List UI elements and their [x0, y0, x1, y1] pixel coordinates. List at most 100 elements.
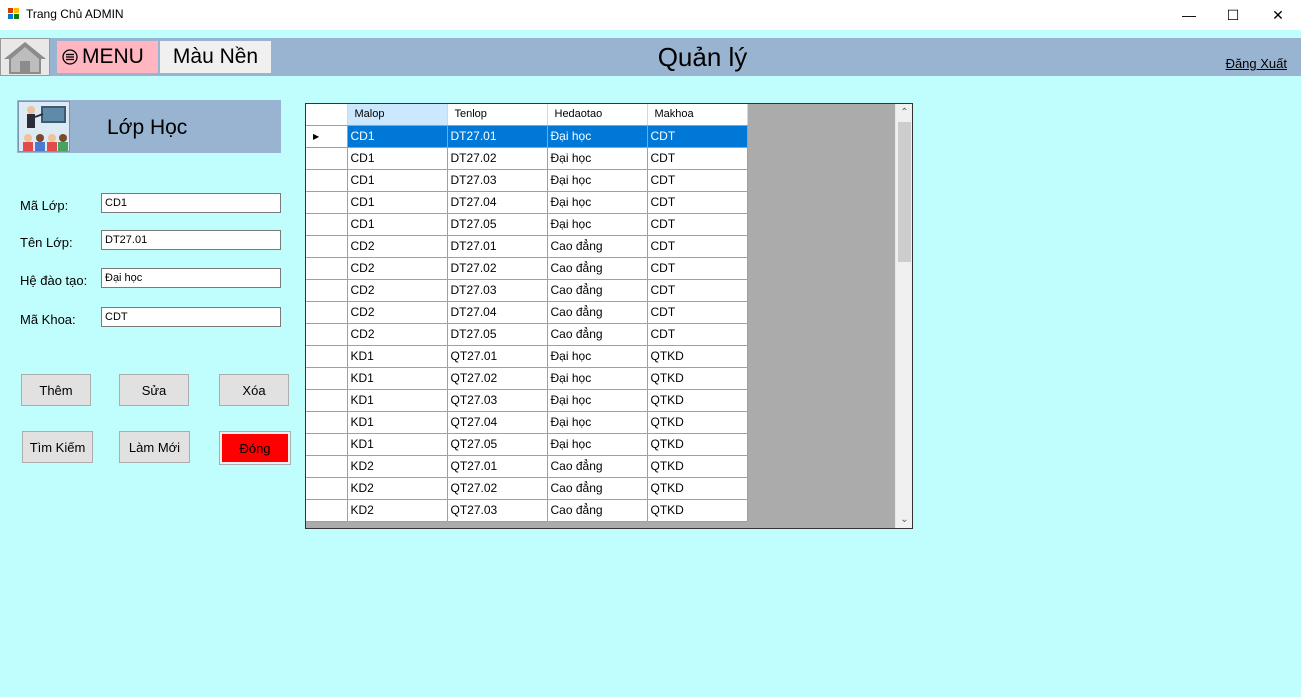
row-header[interactable]: [306, 279, 348, 302]
home-button[interactable]: [0, 38, 50, 76]
table-cell[interactable]: CDT: [647, 191, 748, 214]
table-cell[interactable]: QT27.01: [447, 345, 548, 368]
ma-khoa-input[interactable]: [101, 307, 281, 327]
table-cell[interactable]: Cao đẳng: [547, 279, 648, 302]
background-color-button[interactable]: Màu Nền: [160, 41, 271, 73]
table-cell[interactable]: CDT: [647, 279, 748, 302]
table-cell[interactable]: CDT: [647, 169, 748, 192]
table-cell[interactable]: DT27.02: [447, 147, 548, 170]
row-header[interactable]: [306, 147, 348, 170]
table-cell[interactable]: QT27.03: [447, 499, 548, 522]
table-cell[interactable]: Đại học: [547, 169, 648, 192]
table-row[interactable]: KD1 QT27.02 Đại học QTKD: [306, 367, 748, 390]
maximize-button[interactable]: ☐: [1210, 0, 1256, 30]
table-cell[interactable]: Đại học: [547, 191, 648, 214]
table-cell[interactable]: CD2: [347, 235, 448, 258]
ma-lop-input[interactable]: [101, 193, 281, 213]
row-header[interactable]: [306, 389, 348, 412]
table-cell[interactable]: CD1: [347, 147, 448, 170]
table-cell[interactable]: CDT: [647, 147, 748, 170]
table-cell[interactable]: DT27.04: [447, 191, 548, 214]
table-row[interactable]: KD1 QT27.04 Đại học QTKD: [306, 411, 748, 434]
table-cell[interactable]: CD2: [347, 301, 448, 324]
table-cell[interactable]: QTKD: [647, 499, 748, 522]
table-row[interactable]: CD2 DT27.05 Cao đẳng CDT: [306, 323, 748, 346]
table-cell[interactable]: Đại học: [547, 367, 648, 390]
table-row[interactable]: CD2 DT27.01 Cao đẳng CDT: [306, 235, 748, 258]
table-cell[interactable]: QTKD: [647, 477, 748, 500]
table-row[interactable]: KD1 QT27.03 Đại học QTKD: [306, 389, 748, 412]
row-header[interactable]: [306, 235, 348, 258]
table-cell[interactable]: QT27.02: [447, 367, 548, 390]
table-cell[interactable]: DT27.05: [447, 213, 548, 236]
table-cell[interactable]: KD1: [347, 389, 448, 412]
table-cell[interactable]: QTKD: [647, 433, 748, 456]
table-cell[interactable]: DT27.05: [447, 323, 548, 346]
add-button[interactable]: Thêm: [21, 374, 91, 406]
table-cell[interactable]: CD2: [347, 323, 448, 346]
scroll-up-icon[interactable]: ⌃: [896, 104, 912, 121]
table-cell[interactable]: DT27.01: [447, 235, 548, 258]
table-cell[interactable]: DT27.03: [447, 169, 548, 192]
row-header[interactable]: [306, 257, 348, 280]
ten-lop-input[interactable]: [101, 230, 281, 250]
table-row[interactable]: CD2 DT27.04 Cao đẳng CDT: [306, 301, 748, 324]
table-cell[interactable]: CDT: [647, 125, 748, 148]
table-cell[interactable]: KD2: [347, 455, 448, 478]
table-cell[interactable]: CD1: [347, 191, 448, 214]
row-header[interactable]: [306, 499, 348, 522]
table-cell[interactable]: Đại học: [547, 345, 648, 368]
table-row[interactable]: KD1 QT27.01 Đại học QTKD: [306, 345, 748, 368]
row-header[interactable]: [306, 477, 348, 500]
row-header[interactable]: [306, 433, 348, 456]
table-row[interactable]: CD2 DT27.02 Cao đẳng CDT: [306, 257, 748, 280]
row-header[interactable]: [306, 411, 348, 434]
table-cell[interactable]: DT27.04: [447, 301, 548, 324]
table-cell[interactable]: KD1: [347, 433, 448, 456]
table-cell[interactable]: DT27.01: [447, 125, 548, 148]
table-cell[interactable]: CD1: [347, 169, 448, 192]
table-cell[interactable]: Đại học: [547, 213, 648, 236]
table-cell[interactable]: Đại học: [547, 433, 648, 456]
he-dao-tao-input[interactable]: [101, 268, 281, 288]
table-cell[interactable]: CD1: [347, 213, 448, 236]
table-cell[interactable]: CDT: [647, 235, 748, 258]
table-cell[interactable]: Cao đẳng: [547, 301, 648, 324]
close-window-button[interactable]: ✕: [1255, 0, 1301, 30]
search-button[interactable]: Tìm Kiếm: [22, 431, 93, 463]
table-cell[interactable]: CDT: [647, 257, 748, 280]
table-cell[interactable]: Cao đẳng: [547, 323, 648, 346]
table-row[interactable]: KD2 QT27.01 Cao đẳng QTKD: [306, 455, 748, 478]
table-row[interactable]: CD1 DT27.02 Đại học CDT: [306, 147, 748, 170]
table-cell[interactable]: QT27.05: [447, 433, 548, 456]
table-cell[interactable]: Đại học: [547, 147, 648, 170]
table-cell[interactable]: KD1: [347, 345, 448, 368]
table-cell[interactable]: QTKD: [647, 345, 748, 368]
edit-button[interactable]: Sửa: [119, 374, 189, 406]
column-header[interactable]: Makhoa: [647, 104, 748, 126]
table-cell[interactable]: Đại học: [547, 411, 648, 434]
table-cell[interactable]: DT27.02: [447, 257, 548, 280]
table-cell[interactable]: DT27.03: [447, 279, 548, 302]
table-cell[interactable]: Cao đẳng: [547, 455, 648, 478]
table-row[interactable]: ▶ CD1 DT27.01 Đại học CDT: [306, 125, 748, 148]
table-cell[interactable]: QTKD: [647, 455, 748, 478]
table-row[interactable]: KD1 QT27.05 Đại học QTKD: [306, 433, 748, 456]
table-cell[interactable]: Cao đẳng: [547, 499, 648, 522]
scroll-thumb[interactable]: [898, 122, 911, 262]
table-cell[interactable]: QT27.04: [447, 411, 548, 434]
row-header[interactable]: [306, 323, 348, 346]
row-header[interactable]: [306, 169, 348, 192]
refresh-button[interactable]: Làm Mới: [119, 431, 190, 463]
table-cell[interactable]: CDT: [647, 323, 748, 346]
table-cell[interactable]: Đại học: [547, 389, 648, 412]
table-cell[interactable]: Cao đẳng: [547, 257, 648, 280]
table-row[interactable]: KD2 QT27.02 Cao đẳng QTKD: [306, 477, 748, 500]
close-form-button[interactable]: Đóng: [219, 431, 291, 465]
table-cell[interactable]: CD1: [347, 125, 448, 148]
table-row[interactable]: KD2 QT27.03 Cao đẳng QTKD: [306, 499, 748, 522]
table-cell[interactable]: QT27.01: [447, 455, 548, 478]
table-row[interactable]: CD1 DT27.04 Đại học CDT: [306, 191, 748, 214]
table-cell[interactable]: KD2: [347, 477, 448, 500]
table-cell[interactable]: CD2: [347, 257, 448, 280]
